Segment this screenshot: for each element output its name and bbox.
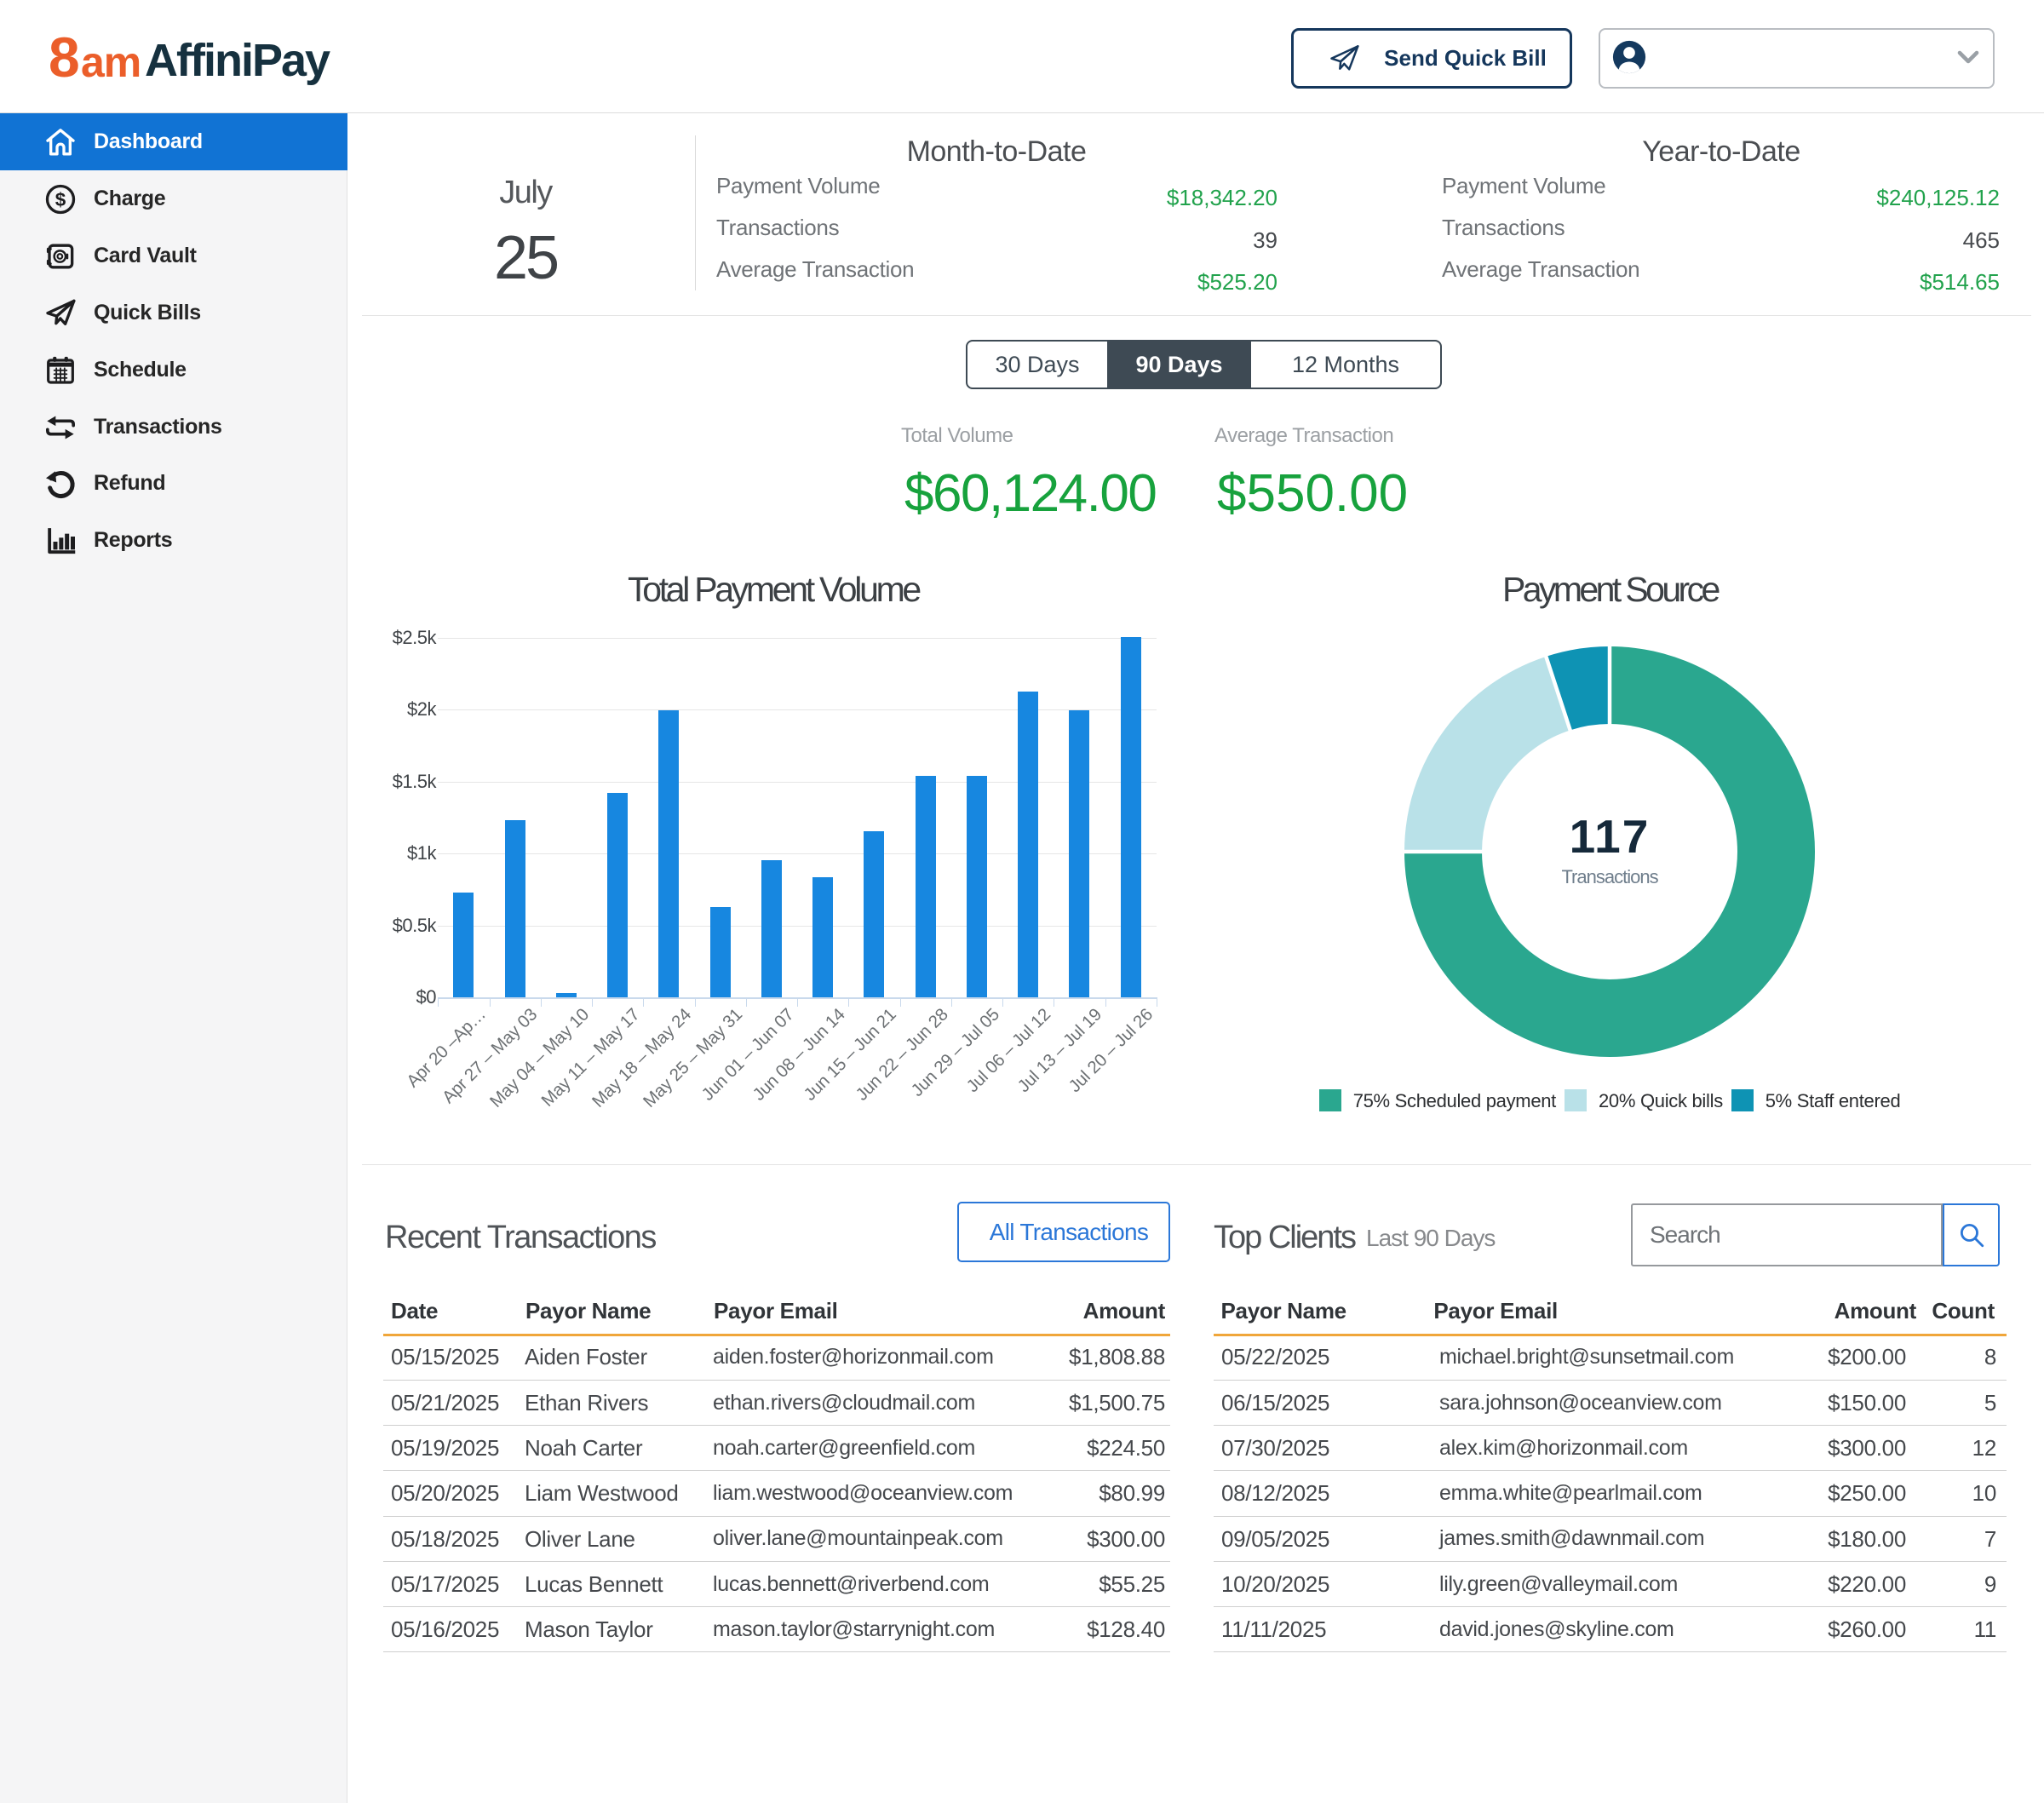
- svg-text:$: $: [55, 189, 66, 210]
